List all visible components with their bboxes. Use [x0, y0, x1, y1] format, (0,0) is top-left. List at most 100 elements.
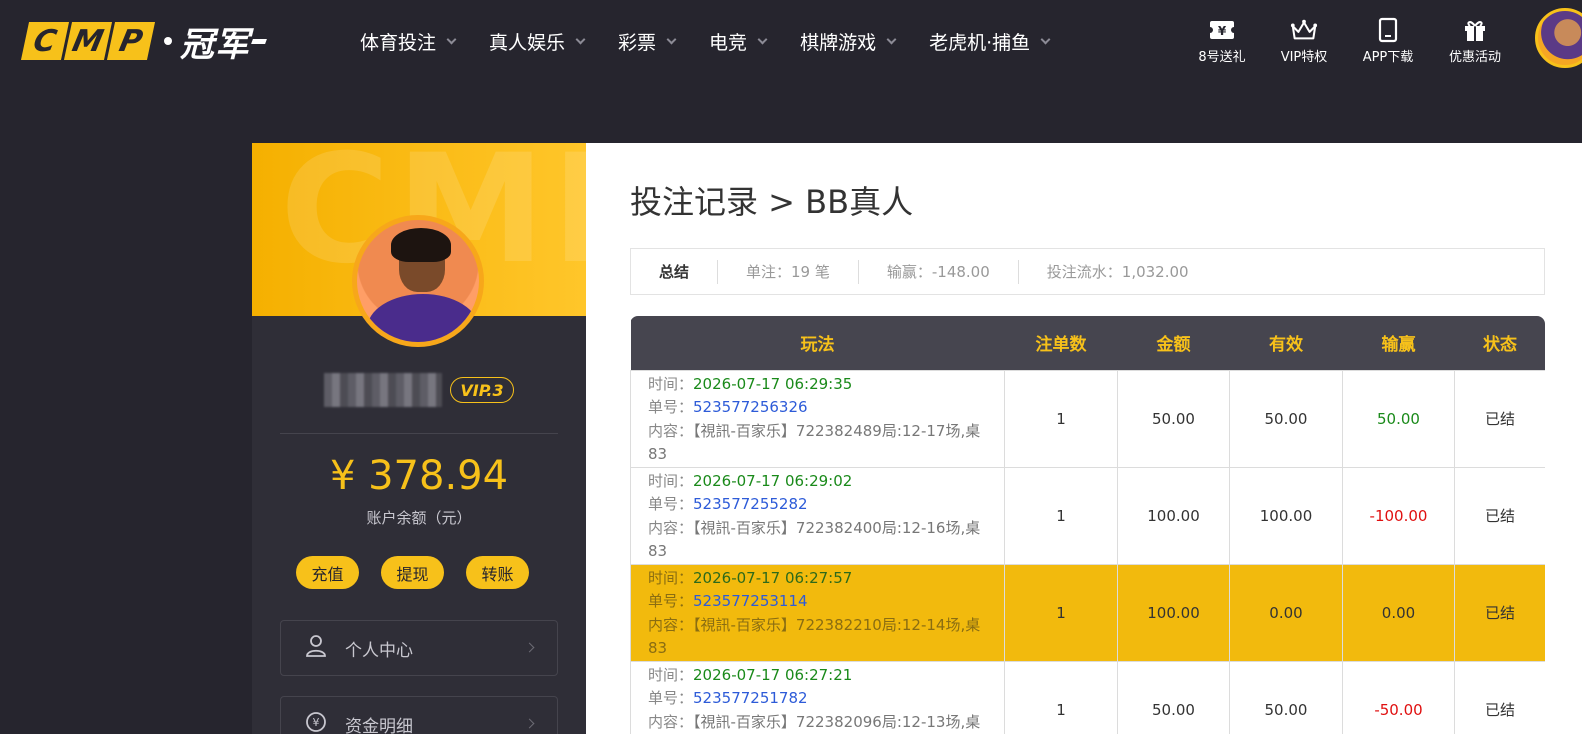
vip-badge: VIP.3 — [450, 377, 514, 403]
user-icon — [305, 634, 327, 662]
order-number[interactable]: 523577253114 — [693, 592, 808, 610]
page-title: 投注记录 > BB真人 — [630, 183, 914, 221]
bet-count: 1 — [1004, 563, 1118, 662]
nav-live-casino[interactable]: 真人娱乐 — [489, 28, 586, 55]
win-loss: 50.00 — [1342, 369, 1455, 468]
quick-link-label: APP下载 — [1362, 50, 1414, 65]
bet-amount: 100.00 — [1117, 466, 1230, 565]
top-header: C M P 冠军 体育投注 真人娱乐 彩票 电竞 棋牌游戏 老虎机·捕鱼 ¥ 8… — [0, 0, 1582, 84]
logo-dash — [251, 38, 267, 44]
logo-letter: P — [106, 22, 156, 60]
table-header-row: 玩法 注单数 金额 有效 输赢 状态 — [630, 316, 1545, 370]
balance-label: 账户余额（元） — [366, 509, 472, 527]
table-row[interactable]: 时间：2026-07-17 06:27:57 单号：523577253114 内容：… — [630, 563, 1545, 662]
nav-sports[interactable]: 体育投注 — [360, 28, 457, 55]
bet-count: 1 — [1004, 369, 1118, 468]
order-label: 单号： — [648, 592, 694, 610]
sidebar-item-fund-details[interactable]: ¥ 资金明细 — [280, 696, 558, 734]
column-header: 状态 — [1454, 316, 1545, 370]
bet-amount: 100.00 — [1117, 563, 1230, 662]
order-number[interactable]: 523577251782 — [693, 689, 808, 707]
nav-label: 彩票 — [618, 32, 657, 54]
chevron-right-icon — [524, 642, 535, 653]
logo-dot — [164, 37, 172, 45]
nav-label: 老虎机·捕鱼 — [929, 32, 1031, 54]
content-label: 内容： — [648, 421, 694, 440]
sidebar-item-label: 个人中心 — [345, 640, 413, 661]
bet-status: 已结 — [1454, 466, 1545, 565]
svg-text:¥: ¥ — [313, 716, 320, 729]
money-icon: ¥ — [305, 710, 327, 734]
bet-content: 【視訊-百家乐】722382210局:12-14场,桌83 — [648, 615, 981, 658]
nav-lottery[interactable]: 彩票 — [618, 28, 677, 55]
user-avatar[interactable] — [1535, 8, 1582, 68]
fund-actions: 充值 提现 转账 — [296, 556, 551, 589]
main-nav: 体育投注 真人娱乐 彩票 电竞 棋牌游戏 老虎机·捕鱼 — [360, 28, 1083, 55]
transfer-button[interactable]: 转账 — [466, 556, 529, 589]
quick-link-app-download[interactable]: APP下载 — [1348, 16, 1428, 65]
username-masked — [324, 373, 442, 407]
bet-info-cell: 时间：2026-07-17 06:29:02 单号：523577255282 内容：… — [630, 466, 1005, 565]
account-sidebar: CMP VIP.3 ¥ 378.94 账户余额（元） 充值 提现 转账 个人中心… — [252, 143, 586, 734]
bet-count: 1 — [1004, 660, 1118, 734]
quick-link-gift-8[interactable]: ¥ 8号送礼 — [1182, 16, 1262, 65]
gift-ticket-icon: ¥ — [1208, 16, 1236, 44]
summary-count: 单注：19 笔 — [718, 259, 859, 284]
table-row[interactable]: 时间：2026-07-17 06:27:21 单号：523577251782 内容：… — [630, 660, 1545, 734]
main-panel: 投注记录 > BB真人 总结 单注：19 笔 输赢：-148.00 投注流水：1… — [586, 143, 1582, 734]
chevron-down-icon — [575, 34, 586, 45]
content-label: 内容： — [648, 615, 694, 634]
order-label: 单号： — [648, 398, 694, 416]
bet-summary: 总结 单注：19 笔 输赢：-148.00 投注流水：1,032.00 — [630, 248, 1545, 295]
bet-count: 1 — [1004, 466, 1118, 565]
table-row[interactable]: 时间：2026-07-17 06:29:35 单号：523577256326 内容：… — [630, 369, 1545, 468]
bet-content: 【視訊-百家乐】722382400局:12-16场,桌83 — [648, 518, 981, 561]
nav-label: 棋牌游戏 — [800, 32, 877, 54]
nav-label: 体育投注 — [360, 32, 437, 54]
valid-amount: 50.00 — [1229, 660, 1343, 734]
bet-time: 2026-07-17 06:27:57 — [693, 568, 853, 587]
quick-link-label: 8号送礼 — [1198, 50, 1246, 65]
valid-amount: 50.00 — [1229, 369, 1343, 468]
account-balance: ¥ 378.94 — [329, 453, 509, 499]
chevron-down-icon — [666, 34, 677, 45]
quick-link-promotions[interactable]: 优惠活动 — [1435, 16, 1515, 65]
chevron-right-icon — [524, 718, 535, 729]
profile-avatar[interactable] — [352, 215, 484, 347]
order-label: 单号： — [648, 689, 694, 707]
bet-record-table: 玩法 注单数 金额 有效 输赢 状态 时间：2026-07-17 06:29:3… — [630, 316, 1545, 734]
order-number[interactable]: 523577255282 — [693, 495, 808, 513]
valid-amount: 100.00 — [1229, 466, 1343, 565]
withdraw-button[interactable]: 提现 — [381, 556, 444, 589]
column-header: 输赢 — [1342, 316, 1455, 370]
bet-time: 2026-07-17 06:27:21 — [693, 665, 853, 684]
tablet-icon — [1374, 16, 1402, 44]
deposit-button[interactable]: 充值 — [296, 556, 359, 589]
nav-card-games[interactable]: 棋牌游戏 — [800, 28, 897, 55]
sidebar-item-personal-center[interactable]: 个人中心 — [280, 620, 558, 676]
order-label: 单号： — [648, 495, 694, 513]
column-header: 金额 — [1117, 316, 1230, 370]
quick-link-vip[interactable]: VIP特权 — [1264, 16, 1344, 65]
bet-info-cell: 时间：2026-07-17 06:27:57 单号：523577253114 内容：… — [630, 563, 1005, 662]
logo-text: 冠军 — [180, 24, 250, 65]
bet-content: 【視訊-百家乐】722382489局:12-17场,桌83 — [648, 421, 981, 464]
nav-label: 电竞 — [709, 32, 748, 54]
bet-amount: 50.00 — [1117, 369, 1230, 468]
bet-status: 已结 — [1454, 660, 1545, 734]
table-row[interactable]: 时间：2026-07-17 06:29:02 单号：523577255282 内容：… — [630, 466, 1545, 565]
chevron-down-icon — [886, 34, 897, 45]
bet-amount: 50.00 — [1117, 660, 1230, 734]
win-loss: -50.00 — [1342, 660, 1455, 734]
nav-slots-fishing[interactable]: 老虎机·捕鱼 — [929, 28, 1051, 55]
summary-label: 总结 — [631, 259, 719, 284]
time-label: 时间： — [648, 665, 694, 684]
order-number[interactable]: 523577256326 — [693, 398, 808, 416]
bet-info-cell: 时间：2026-07-17 06:27:21 单号：523577251782 内容：… — [630, 660, 1005, 734]
logo-mark: C M P — [20, 22, 156, 60]
nav-esports[interactable]: 电竞 — [709, 28, 768, 55]
logo[interactable]: C M P 冠军 — [20, 22, 267, 65]
summary-turnover: 投注流水：1,032.00 — [1046, 263, 1189, 281]
nav-label: 真人娱乐 — [489, 32, 566, 54]
content-label: 内容： — [648, 712, 694, 731]
